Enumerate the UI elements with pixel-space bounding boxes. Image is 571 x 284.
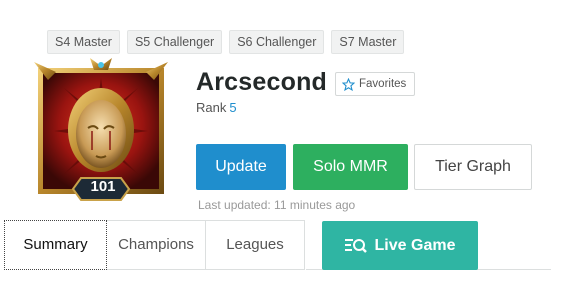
rank-label: Rank xyxy=(196,100,227,115)
season-badge-s6: S6 Challenger xyxy=(229,30,325,54)
season-badge-s4: S4 Master xyxy=(47,30,120,54)
update-button[interactable]: Update xyxy=(196,144,286,190)
live-search-icon xyxy=(344,238,367,253)
profile-icon: 101 xyxy=(34,58,168,204)
summoner-level: 101 xyxy=(90,178,116,195)
live-game-button[interactable]: Live Game xyxy=(322,221,478,270)
favorites-label: Favorites xyxy=(359,78,407,90)
season-badges: S4 Master S5 Challenger S6 Challenger S7… xyxy=(47,30,405,54)
solo-mmr-button[interactable]: Solo MMR xyxy=(293,144,408,190)
tab-leagues[interactable]: Leagues xyxy=(206,220,305,270)
season-badge-s7: S7 Master xyxy=(331,30,405,54)
live-game-label: Live Game xyxy=(374,236,456,254)
star-icon xyxy=(342,77,355,91)
last-updated-text: Last updated: 11 minutes ago xyxy=(198,198,356,212)
favorites-button[interactable]: Favorites xyxy=(335,72,416,96)
summoner-name: Arcsecond xyxy=(196,68,328,96)
season-badge-s5: S5 Challenger xyxy=(126,30,223,54)
ladder-rank: Rank 5 xyxy=(196,100,237,115)
tab-champions[interactable]: Champions xyxy=(107,220,206,270)
tier-graph-button[interactable]: Tier Graph xyxy=(414,144,532,190)
tab-summary[interactable]: Summary xyxy=(4,220,107,270)
profile-tabs: Summary Champions Leagues xyxy=(4,220,305,270)
rank-value[interactable]: 5 xyxy=(229,100,236,115)
